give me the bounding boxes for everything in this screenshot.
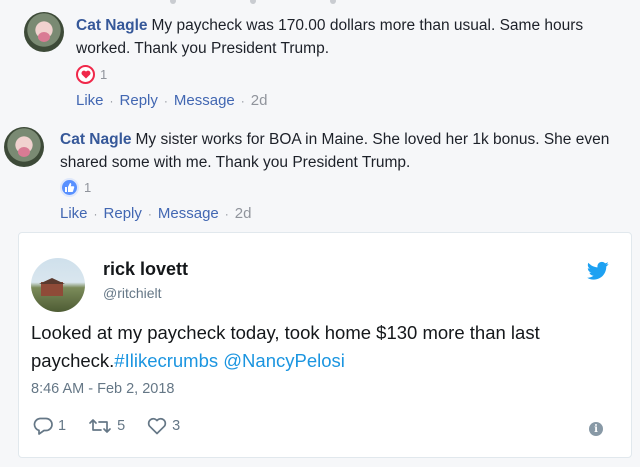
heart-icon [76,64,95,84]
tweet-author-handle[interactable]: @ritchielt [103,285,162,301]
retweet-icon [89,419,111,433]
separator-dot: · [224,206,229,221]
comment-text: My sister works for BOA in Maine. She lo… [60,131,610,171]
comment-time[interactable]: 2d [251,92,268,109]
comment-author[interactable]: Cat Nagle [60,131,132,148]
like-link[interactable]: Like [60,205,88,222]
retweet-count: 5 [117,418,126,434]
comment-body: Cat Nagle My paycheck was 170.00 dollars … [76,14,636,60]
comment-actions: Like · Reply · Message · 2d [60,205,251,222]
avatar[interactable] [24,12,64,52]
comment-text: My paycheck was 170.00 dollars more than… [76,17,584,57]
avatar[interactable] [4,127,44,167]
like-button[interactable]: 3 [147,417,180,435]
tweet-actions: 1 5 3 [33,417,202,435]
separator-dot: · [240,93,245,108]
separator-dot: · [163,93,168,108]
reply-button[interactable]: 1 [33,417,66,435]
separator-dot: · [147,206,152,221]
reply-link[interactable]: Reply [120,92,158,109]
heart-icon [147,417,167,435]
like-link[interactable]: Like [76,92,104,109]
tweet-text: Looked at my paycheck today, took home $… [31,319,621,375]
avatar[interactable] [31,258,85,312]
embedded-tweet[interactable]: rick lovett @ritchielt Looked at my payc… [18,232,632,458]
hashtag-link[interactable]: #Ilikecrumbs [114,350,218,371]
reply-count: 1 [58,418,67,434]
separator-dot: · [109,93,114,108]
comment-body: Cat Nagle My sister works for BOA in Main… [60,128,636,174]
comment-author[interactable]: Cat Nagle [76,17,148,34]
reaction-count: 1 [100,66,108,82]
reaction-count: 1 [84,179,92,195]
thumbs-up-icon [60,177,79,197]
retweet-button[interactable]: 5 [88,417,125,435]
message-link[interactable]: Message [174,92,235,109]
comment-time[interactable]: 2d [235,205,252,222]
tweet-author-name[interactable]: rick lovett [103,259,188,280]
reply-link[interactable]: Reply [104,205,142,222]
comment-actions: Like · Reply · Message · 2d [76,92,267,109]
tweet-timestamp[interactable]: 8:46 AM - Feb 2, 2018 [31,381,174,397]
message-link[interactable]: Message [158,205,219,222]
reaction-summary[interactable]: 1 [60,177,91,197]
separator-dot: · [93,206,98,221]
reaction-summary[interactable]: 1 [76,64,107,84]
info-icon[interactable]: i [589,422,603,436]
mention-link[interactable]: @NancyPelosi [223,350,345,371]
reply-icon [33,417,53,435]
twitter-bird-icon[interactable] [587,261,609,281]
cropped-top-edge [0,0,640,6]
like-count: 3 [172,418,181,434]
